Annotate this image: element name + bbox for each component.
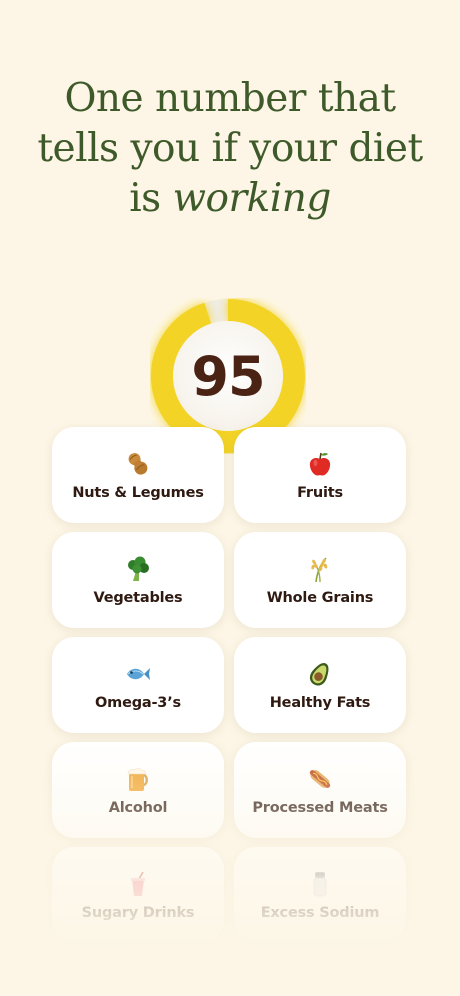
headline-line-3: is working bbox=[0, 174, 460, 224]
salt-shaker-icon bbox=[306, 870, 334, 898]
category-card-fruits[interactable]: Fruits bbox=[234, 427, 406, 523]
headline: One number that tells you if your diet i… bbox=[0, 74, 460, 224]
category-label: Omega-3’s bbox=[95, 694, 181, 711]
headline-line-3-plain: is bbox=[129, 176, 173, 221]
category-label: Healthy Fats bbox=[269, 694, 371, 711]
fish-icon bbox=[124, 660, 152, 688]
rice-stalk-icon bbox=[306, 555, 334, 583]
category-card-whole-grains[interactable]: Whole Grains bbox=[234, 532, 406, 628]
peanut-icon bbox=[124, 450, 152, 478]
headline-line-2: tells you if your diet bbox=[37, 126, 423, 171]
category-card-nuts-legumes[interactable]: Nuts & Legumes bbox=[52, 427, 224, 523]
category-label: Whole Grains bbox=[266, 589, 374, 606]
category-card-omega-3s[interactable]: Omega-3’s bbox=[52, 637, 224, 733]
category-label: Fruits bbox=[297, 484, 343, 501]
category-label: Vegetables bbox=[93, 589, 183, 606]
category-card-healthy-fats[interactable]: Healthy Fats bbox=[234, 637, 406, 733]
category-card-vegetables[interactable]: Vegetables bbox=[52, 532, 224, 628]
broccoli-icon bbox=[124, 555, 152, 583]
headline-emphasis: working bbox=[172, 176, 332, 221]
category-card-sugary-drinks[interactable]: Sugary Drinks bbox=[52, 847, 224, 943]
category-label: Nuts & Legumes bbox=[72, 484, 204, 501]
apple-icon bbox=[306, 450, 334, 478]
avocado-icon bbox=[306, 660, 334, 688]
category-card-processed-meats[interactable]: Processed Meats bbox=[234, 742, 406, 838]
category-card-alcohol[interactable]: Alcohol bbox=[52, 742, 224, 838]
category-label: Alcohol bbox=[108, 799, 168, 816]
category-label: Excess Sodium bbox=[260, 904, 380, 921]
beer-mug-icon bbox=[124, 765, 152, 793]
cup-with-straw-icon bbox=[124, 870, 152, 898]
category-label: Sugary Drinks bbox=[81, 904, 195, 921]
headline-line-1: One number that bbox=[64, 76, 396, 121]
category-label: Processed Meats bbox=[252, 799, 388, 816]
hot-dog-icon bbox=[306, 765, 334, 793]
category-card-excess-sodium[interactable]: Excess Sodium bbox=[234, 847, 406, 943]
